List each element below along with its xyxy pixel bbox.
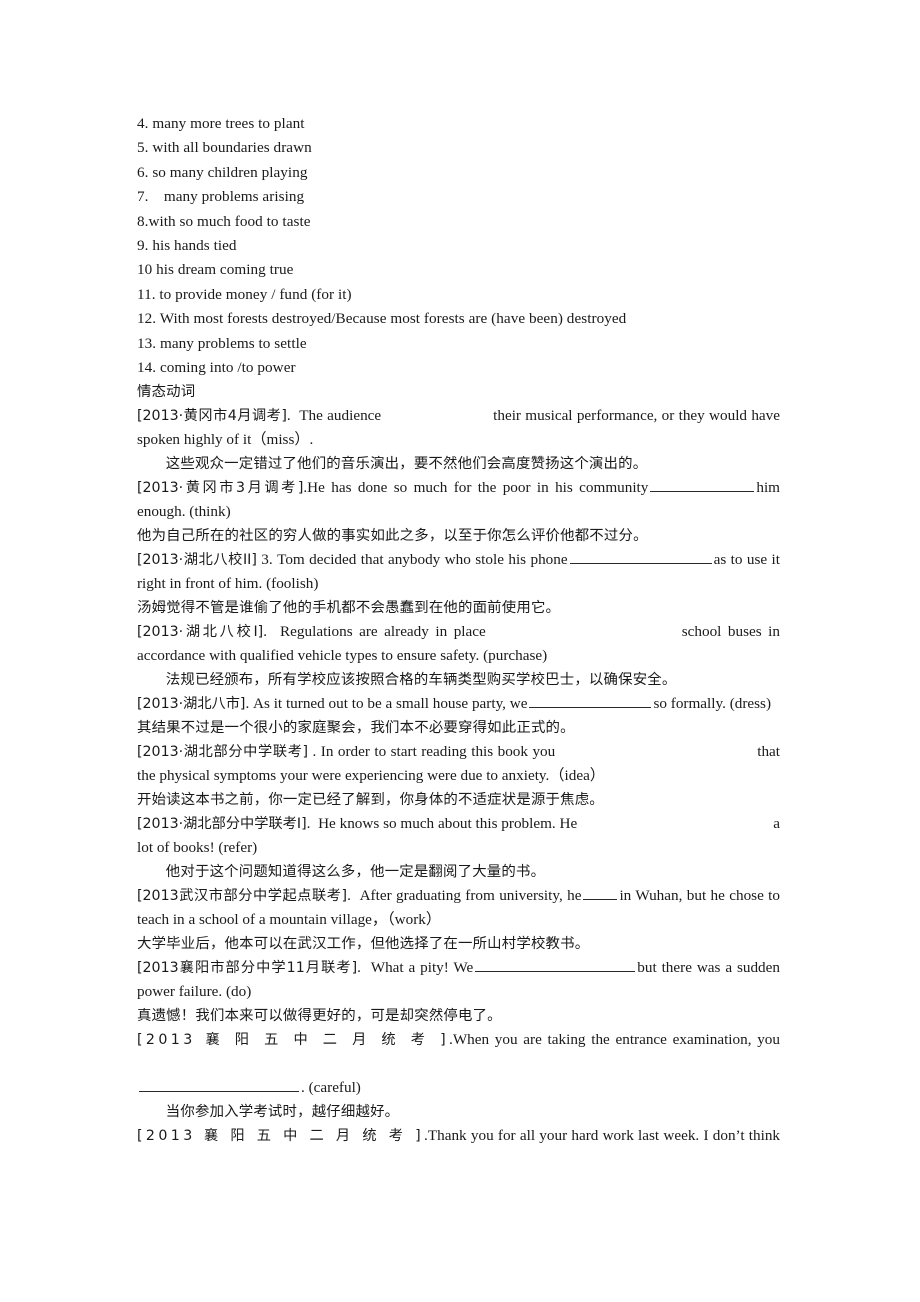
- question-item-5: [2013·湖北八市]. As it turned out to be a sm…: [137, 692, 780, 716]
- answer-line: 7. many problems arising: [137, 188, 305, 206]
- answer-gap[interactable]: [486, 622, 682, 636]
- answer-line: 10 his dream coming true: [137, 261, 294, 279]
- source-tag: [2013·湖北八市]: [137, 696, 246, 713]
- question-text-before: . After graduating from university, he: [347, 887, 582, 905]
- source-tag: [2013 襄 阳 五 中 二 月 统 考 ]: [137, 1032, 450, 1049]
- source-tag: [2013武汉市部分中学起点联考]: [137, 888, 348, 905]
- question-item-10: [2013 襄 阳 五 中 二 月 统 考 ].When you are tak…: [137, 1028, 780, 1100]
- answer-line: 6. so many children playing: [137, 163, 308, 181]
- answer-blank[interactable]: [650, 477, 755, 493]
- question-item-1: [2013·黄冈市4月调考]. The audience their musica…: [137, 404, 780, 452]
- answer-line: 9. his hands tied: [137, 237, 237, 255]
- source-tag: [2013·湖北部分中学联考I]: [137, 816, 307, 833]
- source-tag: [2013·黄冈市3月调考]: [137, 480, 304, 497]
- answer-line: 4. many more trees to plant: [137, 115, 305, 132]
- question-text-before: . In order to start reading this book yo…: [308, 743, 556, 761]
- source-tag: [2013·黄冈市4月调考]: [137, 408, 287, 425]
- question-text-before: . The audience: [286, 407, 382, 425]
- answer-line: 11. to provide money / fund (for it): [137, 285, 352, 303]
- translation-line: 其结果不过是一个很小的家庭聚会，我们本不必要穿得如此正式的。: [137, 720, 575, 737]
- source-tag: [2013·湖北部分中学联考]: [137, 744, 309, 761]
- translation-line: 汤姆觉得不管是谁偷了他的手机都不会愚蠢到在他的面前使用它。: [137, 600, 561, 617]
- question-item-8: [2013武汉市部分中学起点联考]. After graduating from…: [137, 884, 780, 932]
- question-text-before: . As it turned out to be a small house p…: [245, 695, 528, 713]
- translation-line: 当你参加入学考试时，越仔细越好。: [165, 1104, 400, 1121]
- answer-gap[interactable]: [577, 814, 773, 828]
- source-tag: [2013 襄 阳 五 中 二 月 统 考 ]: [137, 1128, 425, 1145]
- question-item-6: [2013·湖北部分中学联考] . In order to start read…: [137, 740, 780, 788]
- question-text-before: . What a pity! We: [357, 959, 474, 977]
- translation-line: 他为自己所在的社区的穷人做的事实如此之多，以至于你怎么评价他都不过分。: [137, 528, 648, 545]
- question-item-4: [2013·湖北八校I]. Regulations are already in…: [137, 620, 780, 668]
- document-body: 4. many more trees to plant 5. with all …: [137, 112, 780, 1172]
- question-item-2: [2013·黄冈市3月调考].He has done so much for t…: [137, 476, 780, 524]
- answer-line: 14. coming into /to power: [137, 359, 296, 377]
- answer-blank[interactable]: [569, 549, 712, 565]
- answer-line: 12. With most forests destroyed/Because …: [137, 310, 627, 328]
- question-text-before: . He knows so much about this problem. H…: [306, 815, 578, 833]
- question-text-before: .He has done so much for the poor in his…: [303, 479, 649, 497]
- answer-blank[interactable]: [139, 1077, 299, 1093]
- document-page: 4. many more trees to plant 5. with all …: [0, 0, 920, 1302]
- answer-gap[interactable]: [381, 406, 493, 420]
- translation-line: 他对于这个问题知道得这么多，他一定是翻阅了大量的书。: [165, 864, 546, 881]
- question-text-before: 3. Tom decided that anybody who stole hi…: [256, 551, 568, 569]
- answer-gap[interactable]: [555, 742, 751, 756]
- answer-line: 8.with so much food to taste: [137, 212, 311, 230]
- answer-line: 5. with all boundaries drawn: [137, 139, 312, 157]
- source-tag: [2013襄阳市部分中学11月联考]: [137, 960, 358, 977]
- translation-line: 开始读这本书之前，你一定已经了解到，你身体的不适症状是源于焦虑。: [137, 792, 604, 809]
- source-tag: [2013·湖北八校II]: [137, 552, 257, 569]
- question-text-before: .Thank you for all your hard work last w…: [424, 1127, 781, 1145]
- translation-line: 大学毕业后，他本可以在武汉工作，但他选择了在一所山村学校教书。: [137, 936, 590, 953]
- translation-line: 法规已经颁布，所有学校应该按照合格的车辆类型购买学校巴士，以确保安全。: [165, 672, 677, 689]
- source-tag: [2013·湖北八校I]: [137, 624, 264, 641]
- question-text-after: . (careful): [301, 1079, 361, 1097]
- question-item-7: [2013·湖北部分中学联考I]. He knows so much about…: [137, 812, 780, 860]
- answer-blank[interactable]: [583, 885, 618, 901]
- question-item-9: [2013襄阳市部分中学11月联考]. What a pity! We but t…: [137, 956, 780, 1004]
- answer-blank[interactable]: [529, 693, 652, 709]
- answer-blank[interactable]: [475, 957, 636, 973]
- question-text-before: . Regulations are already in place: [263, 623, 486, 641]
- question-item-11: [2013 襄 阳 五 中 二 月 统 考 ].Thank you for al…: [137, 1124, 780, 1172]
- translation-line: 真遗憾！我们本来可以做得更好的，可是却突然停电了。: [137, 1008, 502, 1025]
- translation-line: 这些观众一定错过了他们的音乐演出，要不然他们会高度赞扬这个演出的。: [165, 456, 648, 473]
- answer-line: 13. many problems to settle: [137, 334, 307, 352]
- question-text-after: so formally. (dress): [653, 695, 772, 713]
- question-item-3: [2013·湖北八校II] 3. Tom decided that anybod…: [137, 548, 780, 596]
- section-heading: 情态动词: [137, 384, 196, 401]
